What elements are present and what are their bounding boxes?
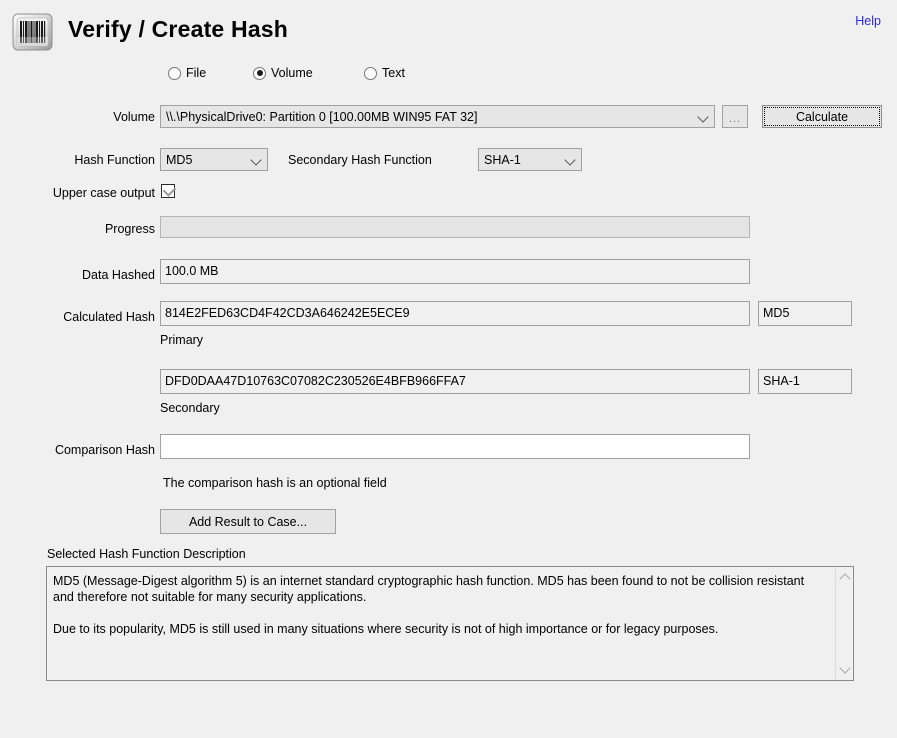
secondary-hash-function-select-value: SHA-1 — [484, 152, 521, 167]
secondary-hash-function-label: Secondary Hash Function — [288, 153, 432, 167]
volume-select[interactable]: \\.\PhysicalDrive0: Partition 0 [100.00M… — [160, 105, 715, 128]
chevron-down-icon — [559, 156, 581, 163]
hash-function-description-text: MD5 (Message-Digest algorithm 5) is an i… — [47, 567, 835, 680]
barcode-icon — [10, 9, 56, 55]
secondary-hash-algorithm-field: SHA-1 — [758, 369, 852, 394]
hash-function-description-box: MD5 (Message-Digest algorithm 5) is an i… — [46, 566, 854, 681]
primary-hash-field[interactable]: 814E2FED63CD4F42CD3A646242E5ECE9 — [160, 301, 750, 326]
scroll-down-icon[interactable] — [836, 661, 853, 678]
upper-case-output-checkbox[interactable] — [161, 183, 177, 198]
chevron-down-icon — [245, 156, 267, 163]
primary-hash-algorithm: MD5 — [763, 306, 790, 321]
hash-function-label: Hash Function — [74, 153, 155, 167]
radio-file-indicator — [168, 66, 181, 80]
data-hashed-label: Data Hashed — [82, 268, 155, 282]
data-hashed-value: 100.0 MB — [165, 264, 219, 279]
secondary-hash-value: DFD0DAA47D10763C07082C230526E4BFB966FFA7 — [165, 374, 466, 389]
add-result-to-case-button[interactable]: Add Result to Case... — [160, 509, 336, 534]
volume-label: Volume — [113, 110, 155, 124]
radio-volume[interactable]: Volume — [253, 66, 313, 80]
primary-hash-caption: Primary — [160, 333, 204, 347]
hash-function-select-value: MD5 — [166, 152, 193, 167]
progress-bar — [160, 216, 750, 238]
radio-text[interactable]: Text — [364, 66, 405, 80]
secondary-hash-caption: Secondary — [160, 401, 220, 415]
description-label: Selected Hash Function Description — [47, 547, 246, 561]
hash-function-select[interactable]: MD5 — [160, 148, 268, 171]
primary-hash-algorithm-field: MD5 — [758, 301, 852, 326]
radio-text-indicator — [364, 66, 377, 80]
page-header: Verify / Create Hash Help — [0, 0, 897, 58]
comparison-hash-input[interactable] — [160, 434, 750, 459]
radio-volume-label: Volume — [271, 66, 313, 80]
data-hashed-field[interactable]: 100.0 MB — [160, 259, 750, 284]
secondary-hash-field[interactable]: DFD0DAA47D10763C07082C230526E4BFB966FFA7 — [160, 369, 750, 394]
calculated-hash-label: Calculated Hash — [63, 310, 155, 324]
comparison-hash-hint: The comparison hash is an optional field — [163, 476, 387, 490]
browse-volume-button[interactable]: ... — [722, 105, 748, 128]
upper-case-output-label: Upper case output — [52, 186, 155, 200]
help-link[interactable]: Help — [855, 14, 881, 28]
description-paragraph-2: Due to its popularity, MD5 is still used… — [53, 622, 719, 636]
calculate-button[interactable]: Calculate — [762, 105, 882, 128]
check-icon — [162, 183, 177, 197]
radio-volume-indicator — [253, 66, 266, 80]
chevron-down-icon — [692, 113, 714, 120]
progress-label: Progress — [104, 222, 155, 236]
radio-file[interactable]: File — [168, 66, 206, 80]
description-paragraph-1: MD5 (Message-Digest algorithm 5) is an i… — [53, 574, 805, 604]
radio-text-label: Text — [382, 66, 405, 80]
volume-select-value: \\.\PhysicalDrive0: Partition 0 [100.00M… — [166, 109, 478, 124]
radio-file-label: File — [186, 66, 207, 80]
scroll-up-icon[interactable] — [836, 569, 853, 586]
page-title: Verify / Create Hash — [68, 16, 289, 42]
secondary-hash-function-select[interactable]: SHA-1 — [478, 148, 582, 171]
comparison-hash-label: Comparison Hash — [54, 443, 155, 457]
description-scrollbar[interactable] — [835, 567, 853, 680]
secondary-hash-algorithm: SHA-1 — [763, 374, 800, 389]
primary-hash-value: 814E2FED63CD4F42CD3A646242E5ECE9 — [165, 306, 410, 321]
